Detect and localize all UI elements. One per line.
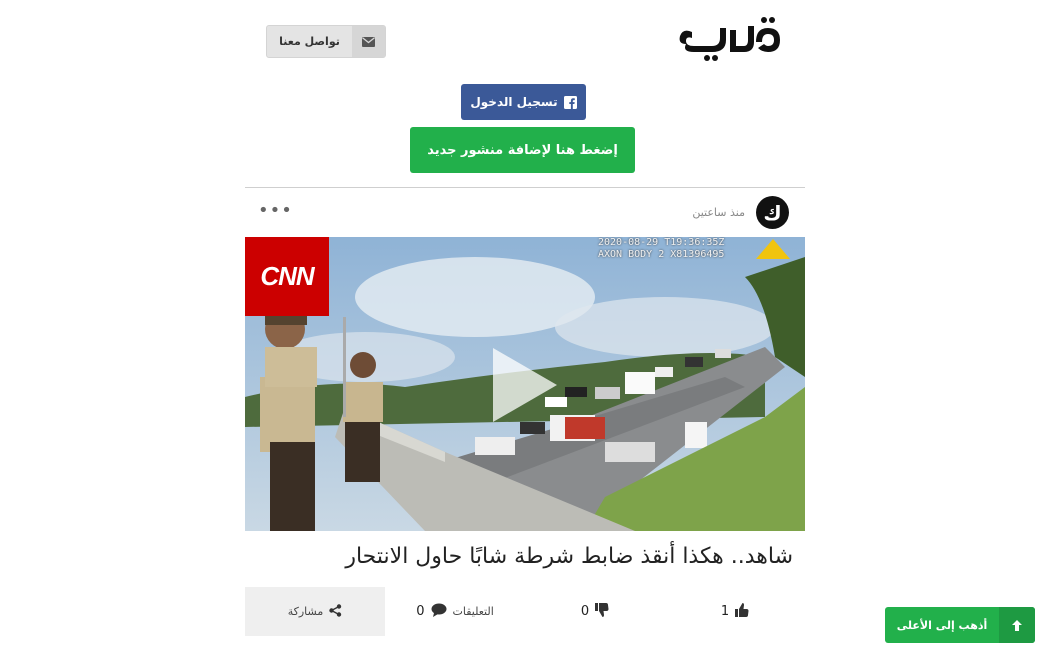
arrow-up-icon [999,607,1035,643]
author-avatar[interactable]: ك [756,196,789,229]
post-actions-bar: مشاركة 0 التعليقات 0 1 [245,587,805,636]
play-icon[interactable] [491,346,559,424]
post-timestamp: منذ ساعتين [692,206,745,219]
share-icon [329,603,342,620]
bodycam-date: 2020-08-29 T19:36:35Z [598,237,725,248]
comments-button[interactable]: 0 التعليقات [385,587,525,636]
envelope-icon [352,26,385,57]
thumbs-down-icon [595,603,609,620]
site-logo[interactable]: كيف [672,14,788,64]
facebook-icon [563,95,577,109]
facebook-login-button[interactable]: تسجيل الدخول [461,84,586,120]
post-options-menu-icon[interactable]: ••• [258,202,293,220]
thumbs-up-icon [735,603,749,620]
header-divider [245,187,805,188]
contact-us-label: تواصل معنا [279,35,340,48]
comment-icon [431,603,447,620]
comments-count: 0 [416,604,425,619]
back-to-top-button[interactable]: أذهب إلى الأعلى [885,607,1035,643]
like-button[interactable]: 1 [665,587,805,636]
facebook-login-label: تسجيل الدخول [470,95,558,109]
likes-count: 1 [720,604,730,619]
bodycam-timestamp: 2020-08-29 T19:36:35Z AXON BODY 2 X81396… [598,237,724,261]
svg-text:كيف: كيف [730,59,732,61]
share-button[interactable]: مشاركة [245,587,385,636]
post-title[interactable]: شاهد.. هكذا أنقذ ضابط شرطة شابًا حاول ال… [245,544,793,569]
page: كيف تواصل معنا تسجيل الدخول إضغط هنا لإض… [0,0,1052,655]
comments-label: التعليقات [452,605,494,618]
dislike-button[interactable]: 0 [525,587,665,636]
back-to-top-label: أذهب إلى الأعلى [896,618,988,632]
dislikes-count: 0 [580,604,590,619]
cnn-logo: CNN [245,237,329,316]
add-new-post-button[interactable]: إضغط هنا لإضافة منشور جديد [410,127,635,173]
share-label: مشاركة [287,605,324,618]
contact-us-button[interactable]: تواصل معنا [266,25,386,58]
bodycam-device-id: AXON BODY 2 X81396495 [598,249,725,260]
post-video[interactable]: CNN 2020-08-29 T19:36:35Z AXON BODY 2 X8… [245,237,805,531]
